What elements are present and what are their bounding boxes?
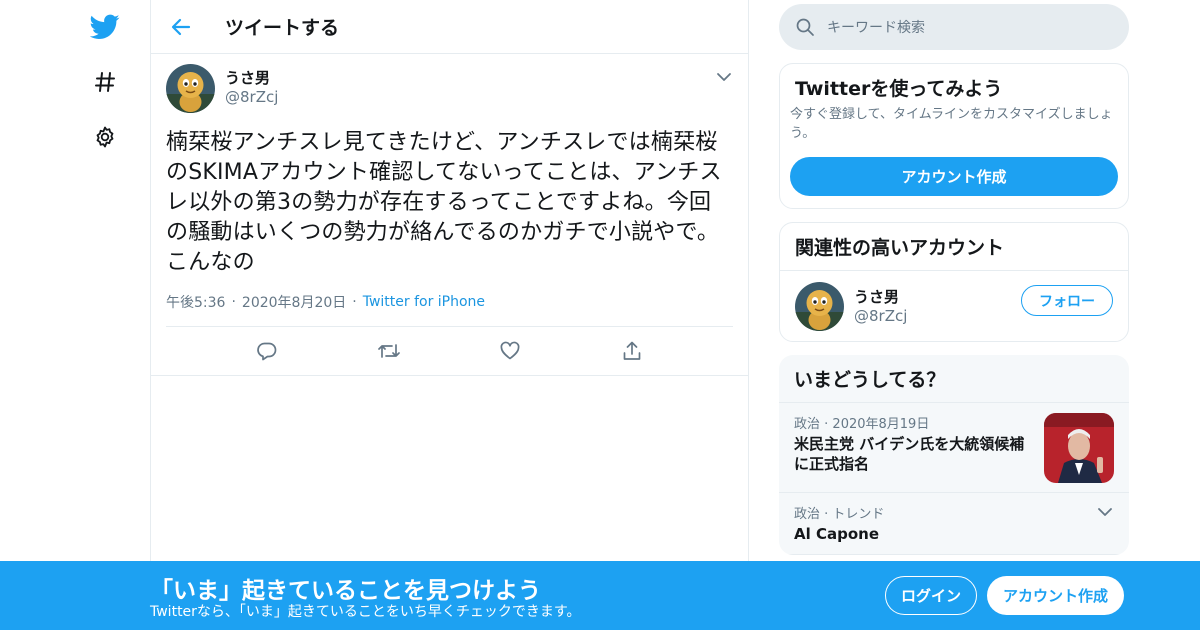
gear-icon[interactable] [88, 120, 122, 154]
related-account-row[interactable]: うさ男 @8rZcj フォロー [780, 271, 1128, 341]
chevron-down-icon[interactable] [715, 68, 733, 86]
create-account-button[interactable]: アカウント作成 [790, 157, 1118, 196]
signup-card-title: Twitterを使ってみよう [795, 78, 1003, 100]
author-name[interactable]: うさ男 [225, 68, 278, 88]
retweet-icon[interactable] [377, 339, 401, 363]
banner-signup-button[interactable]: アカウント作成 [987, 576, 1124, 615]
main-column: ツイートする うさ男 @8rZcj 楠栞桜アンチスレ見てきたけど、アンチスレでは… [150, 0, 749, 630]
banner-headline: 「いま」起きていることを見つけよう [150, 578, 541, 604]
signup-card-description: 今すぐ登録して、タイムラインをカスタマイズしましょう。 [790, 107, 1113, 141]
search-placeholder: キーワード検索 [827, 20, 925, 36]
trend-category: 政治 [794, 417, 821, 432]
twitter-bird-icon[interactable] [88, 10, 122, 44]
related-accounts-title: 関連性の高いアカウント [780, 223, 1128, 271]
reply-icon[interactable] [255, 339, 279, 363]
tweet-time[interactable]: 午後5:36 [166, 292, 225, 312]
tweet-author: うさ男 @8rZcj [166, 64, 733, 114]
page-title: ツイートする [225, 17, 340, 39]
related-accounts-card: 関連性の高いアカウント うさ男 @8rZcj フォロー [779, 222, 1129, 342]
author-handle[interactable]: @8rZcj [225, 88, 278, 106]
follow-button[interactable]: フォロー [1021, 285, 1113, 316]
signup-card: Twitterを使ってみよう 今すぐ登録して、タイムラインをカスタマイズしましょ… [779, 63, 1129, 209]
tweet-text: 楠栞桜アンチスレ見てきたけど、アンチスレでは楠栞桜のSKIMAアカウント確認して… [166, 130, 722, 275]
like-heart-icon[interactable] [498, 339, 522, 363]
trend-date: 2020年8月19日 [832, 417, 930, 432]
share-icon[interactable] [620, 339, 644, 363]
separator-dot: · [352, 294, 357, 310]
back-button[interactable] [151, 0, 211, 54]
related-account-handle[interactable]: @8rZcj [854, 307, 907, 325]
back-arrow-icon [171, 18, 191, 35]
avatar[interactable] [166, 64, 215, 113]
banner-subtext: Twitterなら、「いま」起きていることをいち早くチェックできます。 [150, 604, 581, 620]
hashtag-icon[interactable] [88, 65, 122, 99]
trend-item[interactable]: 政治 · トレンド Al Capone [779, 493, 1129, 555]
trend-name: 米民主党 バイデン氏を大統領候補に正式指名 [794, 435, 1025, 473]
trend-item[interactable]: 政治 · 2020年8月19日 米民主党 バイデン氏を大統領候補に正式指名 [779, 403, 1129, 493]
signup-banner: 「いま」起きていることを見つけよう Twitterなら、「いま」起きていることを… [0, 561, 1200, 630]
separator-dot: · [231, 294, 236, 310]
trend-name: Al Capone [794, 525, 879, 543]
trends-card: いまどうしてる？ 政治 · 2020年8月19日 米民主党 バイデン氏を大統領候… [779, 355, 1129, 555]
avatar[interactable] [795, 281, 844, 331]
trend-thumbnail [1044, 413, 1114, 483]
tweet: うさ男 @8rZcj 楠栞桜アンチスレ見てきたけど、アンチスレでは楠栞桜のSKI… [151, 54, 748, 376]
trend-meta: 政治 · トレンド [794, 503, 1114, 522]
right-sidebar: キーワード検索 Twitterを使ってみよう 今すぐ登録して、タイムラインをカス… [779, 0, 1129, 555]
search-icon [796, 18, 814, 36]
trend-category: 政治 [794, 507, 821, 522]
left-nav [0, 0, 150, 630]
trend-label: トレンド [832, 507, 885, 522]
search-input[interactable]: キーワード検索 [779, 4, 1129, 50]
tweet-actions [166, 326, 733, 375]
tweet-date[interactable]: 2020年8月20日 [242, 292, 346, 312]
related-account-name[interactable]: うさ男 [854, 287, 907, 307]
trends-title: いまどうしてる？ [779, 355, 1129, 403]
tweet-source-link[interactable]: Twitter for iPhone [363, 294, 485, 310]
login-button[interactable]: ログイン [885, 576, 977, 615]
page-header: ツイートする [151, 0, 748, 54]
chevron-down-icon[interactable] [1096, 503, 1114, 525]
tweet-meta: 午後5:36 · 2020年8月20日 · Twitter for iPhone [166, 292, 733, 312]
